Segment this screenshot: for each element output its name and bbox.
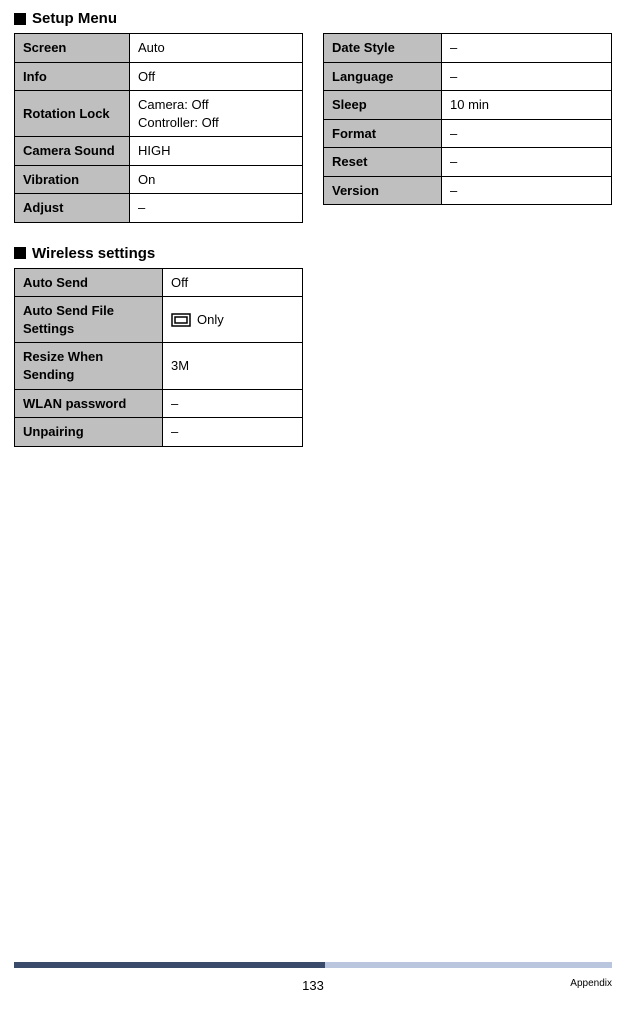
row-value: Off bbox=[163, 268, 303, 297]
table-row: Rotation LockCamera: OffController: Off bbox=[15, 91, 303, 137]
table-row: Resize When Sending3M bbox=[15, 343, 303, 389]
table-row: Sleep10 min bbox=[324, 91, 612, 120]
setup-menu-table-left: ScreenAutoInfoOffRotation LockCamera: Of… bbox=[14, 33, 303, 223]
page-number: 133 bbox=[302, 978, 324, 993]
section-heading-setup-menu: Setup Menu bbox=[14, 10, 612, 27]
setup-menu-tables: ScreenAutoInfoOffRotation LockCamera: Of… bbox=[14, 33, 612, 223]
row-value: 10 min bbox=[442, 91, 612, 120]
row-label: Camera Sound bbox=[15, 137, 130, 166]
row-value: – bbox=[442, 119, 612, 148]
table-row: ScreenAuto bbox=[15, 34, 303, 63]
row-value: 3M bbox=[163, 343, 303, 389]
row-value: – bbox=[163, 389, 303, 418]
row-value: Camera: OffController: Off bbox=[130, 91, 303, 137]
setup-menu-table-right: Date Style–Language–Sleep10 minFormat–Re… bbox=[323, 33, 612, 205]
row-label: Format bbox=[324, 119, 442, 148]
table-row: Reset– bbox=[324, 148, 612, 177]
section-label: Appendix bbox=[570, 978, 612, 989]
table-row: Auto SendOff bbox=[15, 268, 303, 297]
row-label: Sleep bbox=[324, 91, 442, 120]
heading-text: Wireless settings bbox=[32, 245, 155, 262]
table-row: Unpairing– bbox=[15, 418, 303, 447]
footer-divider-bar bbox=[14, 962, 612, 968]
row-value: HIGH bbox=[130, 137, 303, 166]
row-label: Date Style bbox=[324, 34, 442, 63]
table-row: Adjust– bbox=[15, 194, 303, 223]
row-value: On bbox=[130, 165, 303, 194]
table-row: Auto Send File Settings Only bbox=[15, 297, 303, 343]
row-label: Version bbox=[324, 176, 442, 205]
row-value: Only bbox=[163, 297, 303, 343]
table-row: Language– bbox=[324, 62, 612, 91]
row-label: Auto Send bbox=[15, 268, 163, 297]
row-value: – bbox=[442, 62, 612, 91]
table-row: Date Style– bbox=[324, 34, 612, 63]
square-bullet-icon bbox=[14, 247, 26, 259]
row-label: Vibration bbox=[15, 165, 130, 194]
row-label: Unpairing bbox=[15, 418, 163, 447]
row-value: – bbox=[130, 194, 303, 223]
table-row: Version– bbox=[324, 176, 612, 205]
screen-icon bbox=[171, 313, 191, 327]
row-value: Auto bbox=[130, 34, 303, 63]
row-value: Off bbox=[130, 62, 303, 91]
page-footer: 133 Appendix bbox=[0, 962, 626, 1010]
square-bullet-icon bbox=[14, 13, 26, 25]
row-value-text: Only bbox=[197, 311, 224, 329]
row-label: Rotation Lock bbox=[15, 91, 130, 137]
row-label: WLAN password bbox=[15, 389, 163, 418]
heading-text: Setup Menu bbox=[32, 10, 117, 27]
table-row: VibrationOn bbox=[15, 165, 303, 194]
row-label: Resize When Sending bbox=[15, 343, 163, 389]
table-row: Camera SoundHIGH bbox=[15, 137, 303, 166]
row-label: Screen bbox=[15, 34, 130, 63]
row-value: – bbox=[442, 148, 612, 177]
table-row: WLAN password– bbox=[15, 389, 303, 418]
row-value: – bbox=[442, 176, 612, 205]
row-label: Info bbox=[15, 62, 130, 91]
row-label: Reset bbox=[324, 148, 442, 177]
row-label: Language bbox=[324, 62, 442, 91]
row-value: – bbox=[163, 418, 303, 447]
row-label: Adjust bbox=[15, 194, 130, 223]
table-row: InfoOff bbox=[15, 62, 303, 91]
wireless-settings-table: Auto SendOffAuto Send File Settings Only R… bbox=[14, 268, 303, 447]
row-label: Auto Send File Settings bbox=[15, 297, 163, 343]
table-row: Format– bbox=[324, 119, 612, 148]
section-heading-wireless: Wireless settings bbox=[14, 245, 612, 262]
row-value: – bbox=[442, 34, 612, 63]
